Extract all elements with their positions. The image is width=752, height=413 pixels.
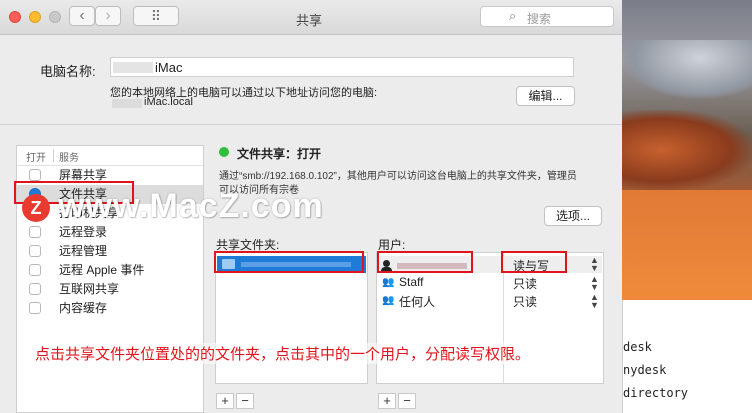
service-checkbox[interactable]	[29, 264, 41, 276]
group-icon: 👥	[382, 277, 395, 288]
chevron-left-icon: ‹	[79, 7, 85, 24]
file-sharing-status: 文件共享：打开	[237, 147, 322, 161]
desktop-wallpaper	[622, 0, 752, 300]
edit-button[interactable]: 编辑...	[516, 86, 575, 106]
highlight-permission	[501, 251, 567, 273]
zoom-window-button[interactable]	[49, 11, 61, 23]
service-item-remote-apple-events[interactable]: 远程 Apple 事件	[17, 261, 203, 280]
options-button[interactable]: 选项...	[544, 206, 602, 226]
terminal-line: nydesk	[623, 363, 667, 377]
terminal-line: directory	[623, 386, 689, 400]
updown-arrows-icon[interactable]: ▲ ▼	[590, 275, 599, 292]
computer-name-value: iMac	[155, 60, 183, 75]
chevron-right-icon: ›	[105, 7, 111, 24]
header-divider	[53, 149, 54, 162]
status-dot-icon	[219, 147, 229, 157]
tutorial-annotation: 点击共享文件夹位置处的的文件夹，点击其中的一个用户，分配读写权限。	[33, 343, 533, 364]
close-window-button[interactable]	[9, 11, 21, 23]
search-field[interactable]: ⌕ 搜索	[480, 6, 614, 27]
watermark-text: www.MacZ.com	[58, 187, 324, 225]
file-sharing-description-1: 通过“smb://192.168.0.102”，其他用户可以访问这台电脑上的共享…	[219, 171, 577, 182]
computer-name-redacted	[113, 62, 153, 73]
service-checkbox[interactable]	[29, 283, 41, 295]
service-checkbox[interactable]	[29, 226, 41, 238]
remove-user-button[interactable]: −	[398, 393, 416, 409]
user-permission[interactable]: 只读	[513, 293, 537, 310]
highlight-user	[377, 251, 473, 273]
updown-arrows-icon[interactable]: ▲ ▼	[590, 256, 599, 273]
user-permission[interactable]: 只读	[513, 275, 537, 292]
computer-name-label: 电脑名称:	[40, 64, 96, 79]
service-checkbox[interactable]	[29, 169, 41, 181]
window-title: 共享	[296, 13, 323, 28]
divider	[0, 124, 622, 125]
computer-name-field[interactable]: iMac	[110, 57, 574, 77]
updown-arrows-icon[interactable]: ▲ ▼	[590, 293, 599, 310]
back-button[interactable]: ‹	[69, 6, 95, 26]
show-all-button[interactable]: ⠿	[133, 6, 179, 26]
local-address-redacted	[112, 99, 142, 108]
user-name: Staff	[399, 275, 424, 289]
remove-folder-button[interactable]: −	[236, 393, 254, 409]
service-item-internet-sharing[interactable]: 互联网共享	[17, 280, 203, 299]
title-bar: ‹ › ⠿ 共享 ⌕ 搜索	[0, 0, 622, 35]
service-item-content-caching[interactable]: 内容缓存	[17, 299, 203, 318]
forward-button[interactable]: ›	[95, 6, 121, 26]
service-checkbox[interactable]	[29, 245, 41, 257]
add-user-button[interactable]: +	[378, 393, 396, 409]
user-name: 任何人	[399, 295, 436, 309]
search-placeholder: 搜索	[527, 12, 552, 26]
services-header-service: 服务	[59, 153, 79, 164]
add-folder-button[interactable]: +	[216, 393, 234, 409]
terminal-window: desk nydesk directory	[622, 300, 752, 413]
service-checkbox[interactable]	[29, 302, 41, 314]
highlight-shared-folder	[214, 251, 364, 273]
service-item-remote-management[interactable]: 远程管理	[17, 242, 203, 261]
search-icon: ⌕	[509, 8, 517, 23]
minimize-window-button[interactable]	[29, 11, 41, 23]
watermark-logo: Z	[22, 194, 50, 222]
terminal-line: desk	[623, 340, 652, 354]
grid-icon: ⠿	[150, 8, 162, 24]
local-address: iMac.local	[144, 96, 193, 108]
services-header-on: 打开	[26, 153, 46, 164]
everyone-icon: 👥	[382, 295, 395, 306]
watermark-logo-letter: Z	[30, 198, 42, 218]
